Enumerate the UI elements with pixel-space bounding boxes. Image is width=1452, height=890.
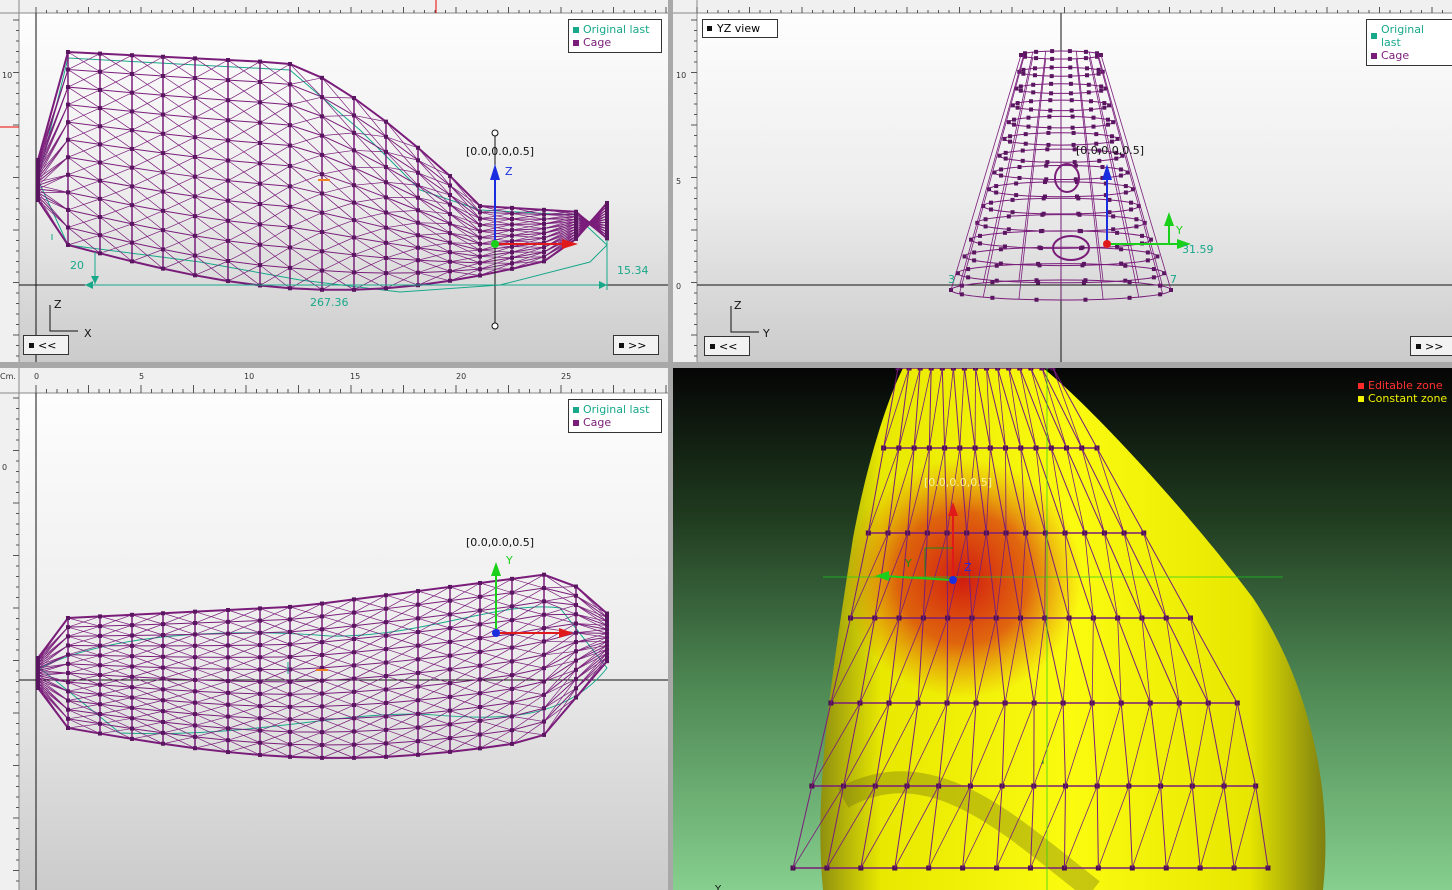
xy-top-tick-25: 25 bbox=[561, 372, 571, 381]
vertical-splitter[interactable] bbox=[668, 0, 673, 890]
cage-swatch bbox=[573, 39, 579, 46]
persp-axis-z: Z bbox=[964, 561, 972, 574]
xy-top-tick-10: 10 bbox=[244, 372, 254, 381]
persp-corner-label: Y bbox=[714, 884, 722, 890]
xz-axis-right: X bbox=[84, 327, 92, 340]
xz-axis-up: Z bbox=[54, 298, 62, 311]
xz-dim-height: 20 bbox=[70, 259, 84, 272]
xy-legend-cage: Cage bbox=[583, 416, 612, 429]
perspective-viewport[interactable]: [0.0,0.0,0.5] Y Z Y Editable zone Consta… bbox=[673, 368, 1452, 890]
yz-view-label: YZ view bbox=[702, 19, 778, 38]
xy-top-tick-20: 20 bbox=[456, 372, 466, 381]
persp-axis-y: Y bbox=[904, 557, 912, 570]
xz-next-button[interactable]: >> bbox=[613, 335, 659, 355]
xy-legend-original: Original last bbox=[583, 403, 650, 416]
editable-zone-label: Editable zone bbox=[1368, 379, 1443, 392]
yz-gizmo-up-label: Y bbox=[1175, 224, 1183, 237]
xz-legend: Original last Cage bbox=[568, 19, 662, 53]
xz-prev-button[interactable]: << bbox=[23, 335, 69, 355]
perspective-canvas[interactable]: [0.0,0.0,0.5] Y Z Y bbox=[673, 368, 1452, 890]
editable-swatch bbox=[1358, 382, 1364, 389]
xy-ruler-unit: Cm. bbox=[0, 372, 16, 381]
xz-viewport[interactable]: Z [0.0,0.0,0.5] 20 267.36 15.34 10 Z X O… bbox=[0, 0, 668, 362]
xy-left-tick-0: 0 bbox=[2, 463, 7, 472]
constant-zone-label: Constant zone bbox=[1368, 392, 1448, 405]
xz-dim-toe: 15.34 bbox=[617, 264, 649, 277]
xy-pivot-label: [0.0,0.0,0.5] bbox=[466, 536, 534, 549]
horizontal-splitter[interactable] bbox=[0, 362, 1452, 368]
xy-top-tick-5: 5 bbox=[139, 372, 144, 381]
xz-gizmo-up-label: Z bbox=[505, 165, 513, 178]
persp-pivot-label: [0.0,0.0,0.5] bbox=[924, 476, 992, 489]
xy-viewport[interactable]: Cm. 0 5 10 15 20 25 0 [0.0,0.0,0.5] Y Or… bbox=[0, 368, 668, 890]
yz-next-button[interactable]: >> bbox=[1410, 336, 1452, 356]
yz-left-tick-5: 5 bbox=[676, 177, 681, 186]
yz-legend-original: Original last bbox=[1380, 23, 1425, 49]
persp-legend: Editable zone Constant zone bbox=[1358, 379, 1447, 405]
xy-canvas[interactable]: Cm. 0 5 10 15 20 25 0 [0.0,0.0,0.5] Y bbox=[0, 368, 668, 890]
xz-dim-length: 267.36 bbox=[310, 296, 349, 309]
xy-gizmo-up-label: Y bbox=[505, 554, 513, 567]
yz-left-tick-0: 0 bbox=[676, 282, 681, 291]
yz-pivot-label: [0.0,0.0,0.5] bbox=[1076, 144, 1144, 157]
yz-left-tick-10: 10 bbox=[676, 71, 686, 80]
yz-axis-right: Y bbox=[762, 327, 770, 340]
yz-canvas[interactable]: 10 5 0 [0.0,0.0,0.5] Y 31.59 3 7 Z Y bbox=[673, 0, 1452, 362]
xy-legend: Original last Cage bbox=[568, 399, 662, 433]
constant-swatch bbox=[1358, 395, 1364, 402]
xy-top-tick-15: 15 bbox=[350, 372, 360, 381]
yz-dim-left: 3 bbox=[948, 273, 955, 286]
legend-cage-label: Cage bbox=[583, 36, 612, 49]
yz-viewport[interactable]: 10 5 0 [0.0,0.0,0.5] Y 31.59 3 7 Z Y YZ … bbox=[673, 0, 1452, 362]
xy-top-tick-0: 0 bbox=[34, 372, 39, 381]
original-swatch bbox=[573, 26, 579, 33]
yz-dim-width: 31.59 bbox=[1182, 243, 1214, 256]
yz-legend: Original last Cage bbox=[1366, 19, 1452, 66]
xz-pivot-label: [0.0,0.0,0.5] bbox=[466, 145, 534, 158]
yz-axis-up: Z bbox=[734, 299, 742, 312]
legend-original-label: Original last bbox=[583, 23, 650, 36]
yz-dim-right: 7 bbox=[1170, 273, 1177, 286]
yz-prev-button[interactable]: << bbox=[704, 336, 750, 356]
xz-left-tick-10: 10 bbox=[2, 71, 12, 80]
xz-canvas[interactable]: Z [0.0,0.0,0.5] 20 267.36 15.34 10 Z X bbox=[0, 0, 668, 362]
yz-legend-cage: Cage bbox=[1381, 49, 1410, 62]
